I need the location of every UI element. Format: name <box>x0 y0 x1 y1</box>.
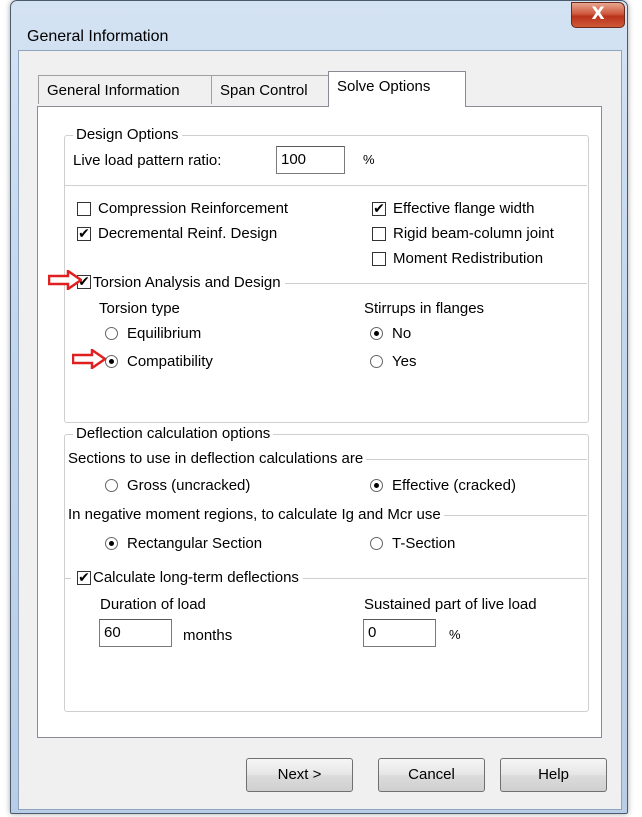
duration-label: Duration of load <box>100 596 206 613</box>
window-title: General Information <box>27 28 169 45</box>
solve-options-panel: Design Options Live load pattern ratio: … <box>37 106 602 738</box>
title-bar[interactable]: General Information X <box>11 1 627 45</box>
stirrups-label: Stirrups in flanges <box>364 300 485 317</box>
dialog-window: General Information X General Informatio… <box>10 0 628 814</box>
effective-label: Effective (cracked) <box>392 477 516 494</box>
tab-solve-options[interactable]: Solve Options <box>328 71 466 107</box>
check-icon: ✔ <box>78 570 90 586</box>
sustained-unit: % <box>449 627 461 642</box>
sustained-input[interactable] <box>363 619 436 647</box>
tsection-radio[interactable] <box>370 537 383 550</box>
tab-general-information[interactable]: General Information <box>38 75 228 104</box>
compatibility-label: Compatibility <box>127 353 213 370</box>
help-button[interactable]: Help <box>500 758 607 792</box>
annotation-arrow-icon <box>72 349 106 369</box>
deflection-title: Deflection calculation options <box>73 425 274 442</box>
tsection-label: T-Section <box>392 535 456 552</box>
tab-span-control[interactable]: Span Control <box>211 75 342 104</box>
duration-unit: months <box>183 627 233 644</box>
duration-input[interactable] <box>99 619 172 647</box>
long-term-header: Calculate long-term deflections <box>71 569 303 586</box>
live-load-input[interactable] <box>276 146 345 174</box>
sections-label: Sections to use in deflection calculatio… <box>65 450 367 467</box>
rigid-beam-column-checkbox[interactable] <box>372 227 386 241</box>
stirrups-yes-label: Yes <box>392 353 417 370</box>
gross-label: Gross (uncracked) <box>127 477 251 494</box>
check-icon: ✔ <box>78 226 90 242</box>
equilibrium-radio[interactable] <box>105 327 118 340</box>
moment-redistribution-checkbox[interactable] <box>372 252 386 266</box>
rigid-beam-column-label: Rigid beam-column joint <box>393 225 554 242</box>
negative-moment-label: In negative moment regions, to calculate… <box>65 506 444 523</box>
separator <box>65 185 587 186</box>
annotation-arrow-icon <box>48 270 82 290</box>
effective-flange-width-checkbox[interactable]: ✔ <box>372 202 386 216</box>
torsion-header: Torsion Analysis and Design <box>71 274 285 291</box>
torsion-type-label: Torsion type <box>99 300 180 317</box>
moment-redistribution-label: Moment Redistribution <box>393 250 544 267</box>
check-icon: ✔ <box>373 201 385 217</box>
long-term-label: Calculate long-term deflections <box>93 569 299 586</box>
tab-label: General Information <box>47 82 180 99</box>
close-icon[interactable]: X <box>591 4 604 24</box>
rectangular-label: Rectangular Section <box>127 535 263 552</box>
stirrups-no-radio[interactable] <box>370 327 383 340</box>
tab-label: Span Control <box>220 82 308 99</box>
close-button[interactable]: X <box>571 2 625 28</box>
torsion-analysis-label: Torsion Analysis and Design <box>93 274 281 291</box>
equilibrium-label: Equilibrium <box>127 325 202 342</box>
decremental-reinf-checkbox[interactable]: ✔ <box>77 227 91 241</box>
decremental-reinf-label: Decremental Reinf. Design <box>98 225 278 242</box>
effective-radio[interactable] <box>370 479 383 492</box>
compression-reinforcement-label: Compression Reinforcement <box>98 200 289 217</box>
sustained-label: Sustained part of live load <box>364 596 537 613</box>
compression-reinforcement-checkbox[interactable] <box>77 202 91 216</box>
compatibility-radio[interactable] <box>105 355 118 368</box>
gross-radio[interactable] <box>105 479 118 492</box>
stirrups-yes-radio[interactable] <box>370 355 383 368</box>
live-load-label: Live load pattern ratio: <box>73 152 222 169</box>
stirrups-no-label: No <box>392 325 412 342</box>
tab-label: Solve Options <box>337 78 431 95</box>
dialog-client-area: General Information Span Control Solve O… <box>18 50 622 810</box>
cancel-button[interactable]: Cancel <box>378 758 485 792</box>
effective-flange-width-label: Effective flange width <box>393 200 535 217</box>
live-load-unit: % <box>363 152 375 167</box>
rectangular-radio[interactable] <box>105 537 118 550</box>
next-button[interactable]: Next > <box>246 758 353 792</box>
long-term-checkbox[interactable]: ✔ <box>77 571 91 585</box>
design-options-title: Design Options <box>73 126 182 143</box>
